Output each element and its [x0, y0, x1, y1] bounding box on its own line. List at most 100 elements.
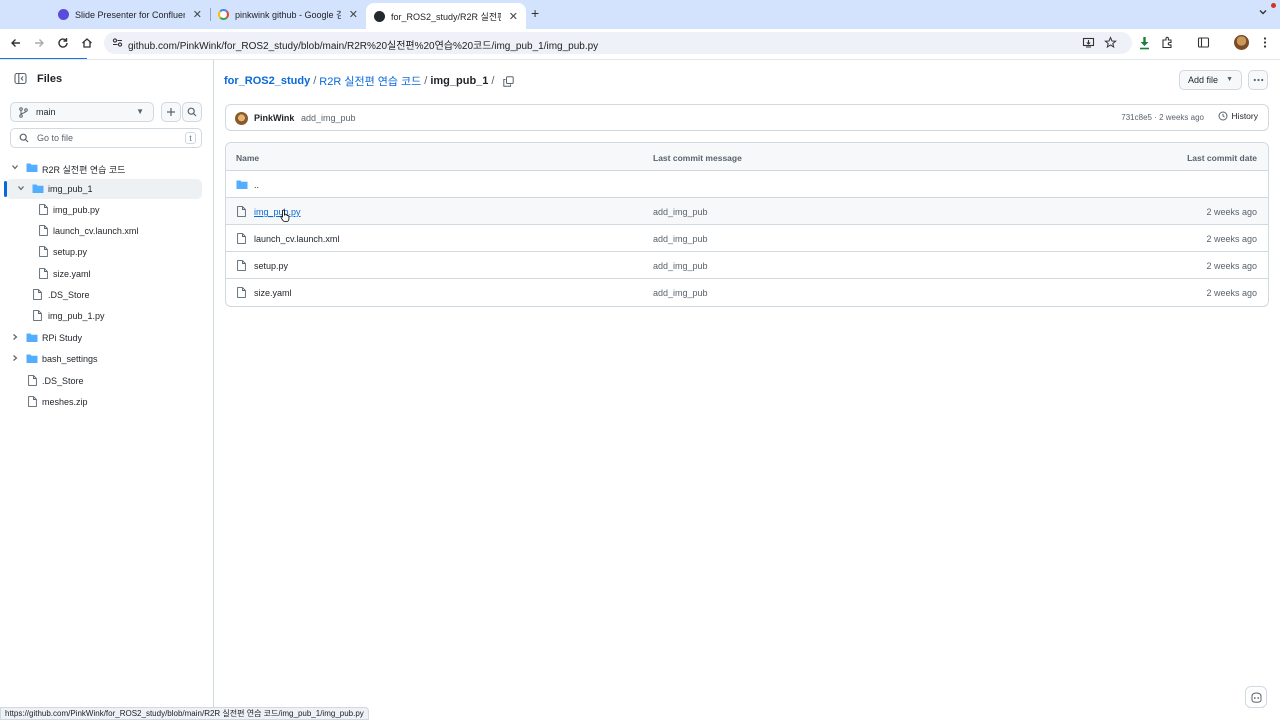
close-icon[interactable]: ✕ — [193, 8, 202, 21]
tree-file-size-yaml[interactable]: size.yaml — [6, 264, 202, 284]
file-name-link[interactable]: img_pub.py — [254, 207, 301, 217]
tree-item-label: size.yaml — [53, 269, 91, 279]
tree-folder-r2r[interactable]: R2R 실전편 연습 코드 — [6, 158, 202, 178]
file-name-link[interactable]: launch_cv.launch.xml — [254, 234, 339, 244]
tree-file-setup-py[interactable]: setup.py — [6, 242, 202, 262]
reload-icon[interactable] — [56, 36, 70, 50]
browser-tab-github[interactable]: for_ROS2_study/R2R 실전편 연 ✕ — [366, 3, 526, 29]
commit-message[interactable]: add_img_pub — [301, 113, 356, 123]
url-text: github.com/PinkWink/for_ROS2_study/blob/… — [128, 41, 599, 52]
files-header: Files — [14, 72, 62, 85]
install-app-icon[interactable] — [1082, 36, 1095, 49]
search-icon — [187, 107, 197, 117]
close-icon[interactable]: ✕ — [509, 10, 518, 23]
chevron-down-icon[interactable] — [11, 163, 19, 171]
browser-tab-strip: Slide Presenter for Confluence ✕ pinkwin… — [0, 0, 1280, 29]
tree-folder-bash-settings[interactable]: bash_settings — [6, 349, 202, 369]
branch-selector-button[interactable]: main ▼ — [10, 102, 154, 122]
site-settings-icon[interactable] — [111, 36, 124, 49]
tree-file-meshes-zip[interactable]: meshes.zip — [6, 392, 202, 412]
commit-author[interactable]: PinkWink — [254, 113, 294, 123]
tab-search-chevron-icon[interactable] — [1258, 7, 1268, 17]
extensions-puzzle-icon[interactable] — [1161, 36, 1174, 49]
collapse-sidebar-icon[interactable] — [14, 72, 27, 85]
add-file-plus-button[interactable] — [161, 102, 181, 122]
download-icon[interactable] — [1138, 36, 1151, 50]
go-to-file-input[interactable]: Go to file t — [10, 128, 202, 148]
tree-file-ds-store-root[interactable]: .DS_Store — [6, 371, 202, 391]
table-row[interactable]: launch_cv.launch.xml add_img_pub 2 weeks… — [226, 225, 1268, 252]
new-tab-plus-icon[interactable]: + — [531, 5, 539, 21]
branch-name: main — [36, 107, 56, 117]
tree-file-img-pub-py[interactable]: img_pub.py — [6, 200, 202, 220]
file-icon — [237, 287, 246, 298]
files-title: Files — [37, 72, 63, 85]
commit-message-link[interactable]: add_img_pub — [653, 234, 708, 244]
folder-icon — [26, 332, 38, 343]
more-options-button[interactable] — [1248, 70, 1268, 90]
forward-arrow-icon[interactable] — [32, 36, 46, 50]
breadcrumb-separator: / — [424, 75, 428, 87]
chevron-down-icon[interactable] — [17, 184, 25, 192]
side-panel-icon[interactable] — [1197, 36, 1210, 49]
column-header-date: Last commit date — [1187, 153, 1257, 163]
table-row-parent[interactable]: .. — [226, 171, 1268, 198]
tree-item-label: R2R 실전편 연습 코드 — [42, 165, 126, 175]
commit-message-link[interactable]: add_img_pub — [653, 261, 708, 271]
commit-hash-time[interactable]: 731c8e5 · 2 weeks ago — [1121, 113, 1204, 122]
github-icon — [374, 10, 385, 22]
copilot-icon — [1251, 691, 1261, 703]
file-icon — [28, 396, 37, 407]
close-icon[interactable]: ✕ — [349, 8, 358, 21]
tree-file-launch-cv[interactable]: launch_cv.launch.xml — [6, 221, 202, 241]
breadcrumb-repo-link[interactable]: for_ROS2_study — [224, 75, 310, 87]
commit-message-link[interactable]: add_img_pub — [653, 288, 708, 298]
column-header-name: Name — [236, 153, 260, 163]
chevron-right-icon[interactable] — [11, 354, 19, 362]
copilot-chat-button[interactable] — [1245, 686, 1267, 708]
table-row[interactable]: size.yaml add_img_pub 2 weeks ago — [226, 279, 1268, 306]
browser-menu-kebab-icon[interactable] — [1262, 36, 1268, 49]
commit-message-link[interactable]: add_img_pub — [653, 207, 708, 217]
git-branch-icon — [19, 106, 28, 118]
copy-path-icon[interactable] — [503, 75, 515, 87]
search-button[interactable] — [182, 102, 202, 122]
history-button[interactable]: History — [1218, 111, 1258, 121]
tree-file-ds-store[interactable]: .DS_Store — [6, 285, 202, 305]
file-name-link[interactable]: setup.py — [254, 261, 288, 271]
parent-directory-link[interactable]: .. — [254, 180, 259, 190]
table-row[interactable]: setup.py add_img_pub 2 weeks ago — [226, 252, 1268, 279]
table-row[interactable]: img_pub.py add_img_pub 2 weeks ago — [226, 198, 1268, 225]
browser-tab-google-search[interactable]: pinkwink github - Google 검색 ✕ — [210, 4, 366, 25]
tree-folder-rpi-study[interactable]: RPi Study — [6, 328, 202, 348]
file-icon — [39, 225, 48, 236]
back-arrow-icon[interactable] — [9, 36, 23, 50]
file-tree-sidebar: Files main ▼ Go to file t R2R 실전편 연습 코드 — [0, 60, 214, 710]
add-file-button[interactable]: Add file ▼ — [1179, 70, 1242, 90]
notification-dot — [1271, 3, 1276, 8]
chevron-right-icon[interactable] — [11, 333, 19, 341]
avatar[interactable] — [235, 112, 248, 125]
tree-folder-img-pub-1[interactable]: img_pub_1 — [4, 179, 202, 199]
caret-down-icon: ▼ — [136, 107, 144, 116]
bookmark-star-icon[interactable] — [1104, 36, 1117, 49]
breadcrumb-folder-link[interactable]: R2R 실전편 연습 코드 — [319, 73, 421, 89]
file-name-link[interactable]: size.yaml — [254, 288, 292, 298]
tab-title: Slide Presenter for Confluence — [75, 9, 185, 20]
profile-avatar[interactable] — [1234, 35, 1249, 50]
home-icon[interactable] — [80, 36, 94, 50]
tree-item-label: RPi Study — [42, 333, 83, 343]
tree-file-img-pub-1-py[interactable]: img_pub_1.py — [6, 306, 202, 326]
tree-item-label: .DS_Store — [48, 290, 90, 300]
search-icon — [19, 133, 29, 143]
plus-icon — [167, 108, 175, 116]
breadcrumb-separator: / — [491, 75, 495, 87]
address-bar[interactable]: github.com/PinkWink/for_ROS2_study/blob/… — [104, 32, 1132, 54]
latest-commit-bar: PinkWink add_img_pub 731c8e5 · 2 weeks a… — [225, 104, 1269, 131]
folder-icon — [26, 353, 38, 364]
tree-item-label: bash_settings — [42, 354, 98, 364]
breadcrumb-current: img_pub_1 — [430, 75, 489, 87]
file-icon — [33, 310, 42, 321]
tree-item-label: meshes.zip — [42, 397, 88, 407]
browser-tab-slide-presenter[interactable]: Slide Presenter for Confluence ✕ — [50, 4, 210, 25]
